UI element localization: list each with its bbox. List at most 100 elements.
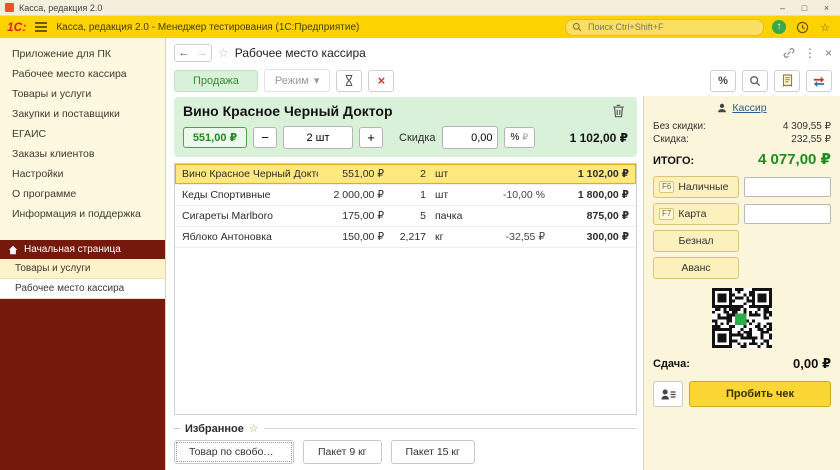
minimize-button[interactable]: – <box>774 1 791 15</box>
forward-button[interactable]: → <box>193 45 211 61</box>
sidebar-item-settings[interactable]: Настройки <box>0 164 165 184</box>
advance-payment-button[interactable]: Аванс <box>653 257 739 279</box>
hotkey-f7: F7 <box>659 208 674 220</box>
decrease-qty-button[interactable]: − <box>253 127 277 148</box>
trash-icon <box>612 104 625 118</box>
receipts-list-button[interactable] <box>774 70 800 92</box>
window-close-button[interactable]: × <box>818 1 835 15</box>
back-button[interactable]: ← <box>175 45 193 61</box>
sidebar-item-customer-orders[interactable]: Заказы клиентов <box>0 144 165 164</box>
favorite-bag-9kg-button[interactable]: Пакет 9 кг <box>303 440 382 464</box>
link-icon <box>783 47 795 59</box>
increase-qty-button[interactable]: + <box>359 127 383 148</box>
favorite-toggle-icon[interactable]: ☆ <box>218 46 229 60</box>
favorite-bag-15kg-button[interactable]: Пакет 15 кг <box>391 440 475 464</box>
percent-icon: % <box>511 132 520 143</box>
exchange-button[interactable] <box>806 70 832 92</box>
sale-button[interactable]: Продажа <box>174 70 258 92</box>
star-icon[interactable]: ☆ <box>249 422 259 435</box>
select-customer-button[interactable] <box>653 381 683 407</box>
discount-label: Скидка <box>399 132 436 144</box>
open-window-goods-services[interactable]: Товары и услуги <box>0 259 165 279</box>
favorites-header: Избранное ☆ <box>174 422 637 435</box>
sidebar-item-about[interactable]: О программе <box>0 184 165 204</box>
discount-unit-button[interactable]: % ₽ <box>504 127 536 148</box>
sidebar-item-support[interactable]: Информация и поддержка <box>0 204 165 224</box>
more-button[interactable]: ⋮ <box>804 46 816 60</box>
item-name: Сигареты Marlboro <box>182 210 318 222</box>
page-header: ← → ☆ Рабочее место кассира ⋮ × <box>166 38 840 65</box>
change-row: Сдача: 0,00 ₽ <box>653 356 831 372</box>
sidebar-item-pc-app[interactable]: Приложение для ПК <box>0 44 165 64</box>
total-label: ИТОГО: <box>653 155 694 167</box>
sidebar: Приложение для ПК Рабочее место кассира … <box>0 38 166 470</box>
cash-label: Наличные <box>678 181 728 193</box>
ruble-icon: ₽ <box>522 132 528 143</box>
card-amount-input[interactable] <box>744 204 831 224</box>
unit-price-box: 551,00 ₽ <box>183 127 247 148</box>
table-row[interactable]: Сигареты Marlboro 175,00 ₽ 5 пачка 875,0… <box>175 206 636 227</box>
item-price: 2 000,00 ₽ <box>318 189 384 201</box>
item-qty: 1 <box>384 189 426 201</box>
favorite-free-price-button[interactable]: Товар по свободн... <box>174 440 294 464</box>
cashless-payment-button[interactable]: Безнал <box>653 230 739 252</box>
cashier-toolbar: Продажа Режим ▾ × % <box>166 65 840 96</box>
discounts-button[interactable]: % <box>710 70 736 92</box>
exchange-icon <box>813 75 825 87</box>
star-icon: ☆ <box>820 21 830 34</box>
checkout-button[interactable]: Пробить чек <box>689 381 831 407</box>
item-unit: шт <box>426 189 483 201</box>
receipt-items-table: Вино Красное Черный Доктор 551,00 ₽ 2 шт… <box>174 163 637 415</box>
delete-line-button[interactable] <box>609 103 628 119</box>
favorites-button[interactable]: ☆ <box>817 19 833 35</box>
sidebar-item-goods-services[interactable]: Товары и услуги <box>0 84 165 104</box>
item-name: Вино Красное Черный Доктор <box>182 168 318 180</box>
item-total: 1 102,00 ₽ <box>545 168 629 180</box>
payment-panel: Кассир Без скидки: 4 309,55 ₽ Скидка: 23… <box>643 96 840 470</box>
window-title: Касса, редакция 2.0 <box>19 3 769 13</box>
item-unit: шт <box>426 168 483 180</box>
global-search[interactable] <box>565 19 764 36</box>
chevron-down-icon: ▾ <box>314 74 320 87</box>
page-close-button[interactable]: × <box>825 46 832 60</box>
item-qty: 2,217 <box>384 231 426 243</box>
get-link-button[interactable] <box>783 47 795 59</box>
sidebar-item-purchases-suppliers[interactable]: Закупки и поставщики <box>0 104 165 124</box>
open-windows-panel-fill <box>0 299 165 470</box>
main-area: ← → ☆ Рабочее место кассира ⋮ × Продажа <box>166 38 840 470</box>
table-row[interactable]: Кеды Спортивные 2 000,00 ₽ 1 шт -10,00 %… <box>175 185 636 206</box>
discount-total-value: 232,55 ₽ <box>791 134 831 145</box>
cash-amount-input[interactable] <box>744 177 831 197</box>
history-button[interactable] <box>794 19 810 35</box>
main-menu-icon[interactable] <box>35 26 47 28</box>
app-window: Касса, редакция 2.0 – □ × 1С: Касса, ред… <box>0 0 840 470</box>
mode-dropdown[interactable]: Режим ▾ <box>264 69 330 92</box>
receipt-area: Вино Красное Черный Доктор 551,00 ₽ − <box>166 96 643 470</box>
item-unit: кг <box>426 231 483 243</box>
table-row[interactable]: Вино Красное Черный Доктор 551,00 ₽ 2 шт… <box>175 164 636 185</box>
postpone-receipt-button[interactable] <box>336 70 362 92</box>
sidebar-sections: Приложение для ПК Рабочее место кассира … <box>0 38 165 224</box>
cancel-receipt-button[interactable]: × <box>368 70 394 92</box>
user-icon <box>717 103 727 113</box>
cashier-link[interactable]: Кассир <box>732 102 766 114</box>
search-icon <box>749 75 761 87</box>
card-payment-button[interactable]: F7 Карта <box>653 203 739 225</box>
workarea: Вино Красное Черный Доктор 551,00 ₽ − <box>166 96 840 470</box>
open-windows-header[interactable]: Начальная страница <box>0 240 165 259</box>
current-product-card: Вино Красное Черный Доктор 551,00 ₽ − <box>174 97 637 157</box>
discount-input[interactable] <box>442 126 498 149</box>
qr-wrap <box>653 288 831 348</box>
product-search-button[interactable] <box>742 70 768 92</box>
quantity-input[interactable] <box>283 126 353 149</box>
cash-payment-button[interactable]: F6 Наличные <box>653 176 739 198</box>
window-titlebar: Касса, редакция 2.0 – □ × <box>0 0 840 16</box>
global-search-input[interactable] <box>586 21 757 33</box>
sidebar-item-cashier-workplace[interactable]: Рабочее место кассира <box>0 64 165 84</box>
updates-button[interactable]: ↑ <box>771 19 787 35</box>
total-value: 4 077,00 ₽ <box>758 150 831 168</box>
maximize-button[interactable]: □ <box>796 1 813 15</box>
table-row[interactable]: Яблоко Антоновка 150,00 ₽ 2,217 кг -32,5… <box>175 227 636 248</box>
sidebar-item-egais[interactable]: ЕГАИС <box>0 124 165 144</box>
open-window-cashier-workplace[interactable]: Рабочее место кассира <box>0 279 165 299</box>
